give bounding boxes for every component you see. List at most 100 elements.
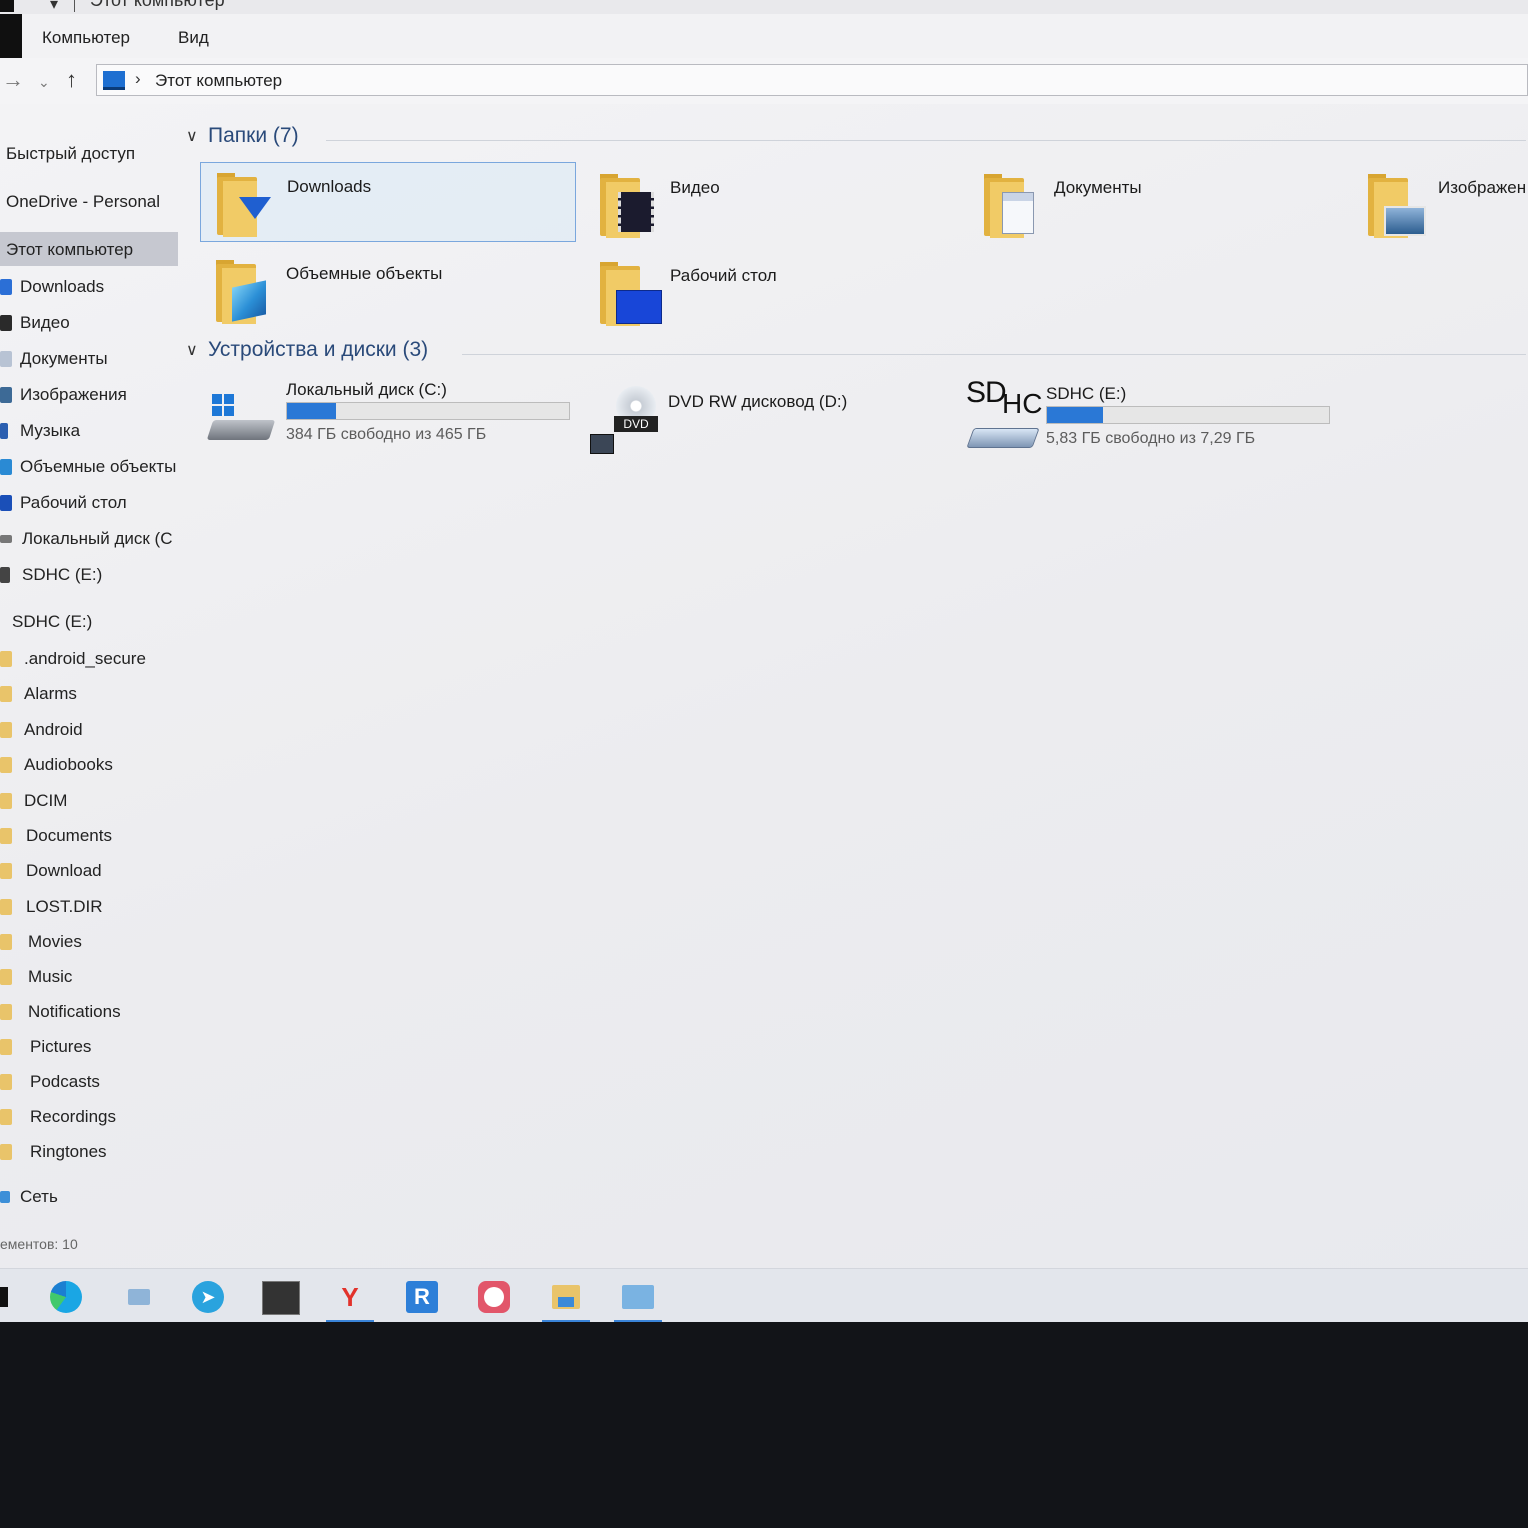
nav-folder-audiobooks[interactable]: Audiobooks: [0, 747, 178, 781]
files-icon[interactable]: [118, 1277, 158, 1317]
address-bar[interactable]: › Этот компьютер: [96, 64, 1528, 96]
nav-pictures[interactable]: Изображения: [0, 377, 178, 411]
group-divider: [326, 140, 1526, 141]
folder-name: Downloads: [287, 177, 372, 196]
folder-tile-pictures[interactable]: Изображен: [1352, 164, 1528, 244]
drive-info: DVD RW дисковод (D:): [668, 392, 954, 472]
breadcrumb-this-pc[interactable]: Этот компьютер: [155, 71, 282, 91]
nav-folder-pictures[interactable]: Pictures: [0, 1029, 178, 1063]
chevron-down-icon[interactable]: ∨: [186, 340, 198, 360]
network-icon: [0, 1191, 10, 1203]
screen: ▾ Этот компьютер Компьютер Вид → ⌄ ↑ › Э…: [0, 0, 1528, 1322]
folder-tile-downloads[interactable]: Downloads: [200, 162, 576, 242]
folder-icon: [0, 722, 12, 738]
folder-name: Объемные объекты: [286, 264, 443, 283]
folder-tile-3d-objects[interactable]: Объемные объекты: [200, 250, 576, 330]
nav-3d-objects[interactable]: Объемные объекты: [0, 449, 178, 483]
hard-drive-icon: [206, 394, 276, 444]
nav-folder-music[interactable]: Music: [0, 959, 178, 993]
explorer-icon[interactable]: [542, 1277, 590, 1322]
drive-tile-d[interactable]: DVD DVD RW дисковод (D:): [584, 382, 960, 458]
nav-quick-access[interactable]: Быстрый доступ: [0, 136, 178, 170]
taskbar: ➤ Y R: [0, 1268, 1528, 1322]
quick-access-dropdown-icon[interactable]: ▾: [50, 0, 58, 14]
nav-videos[interactable]: Видео: [0, 305, 178, 339]
folder-icon: [0, 1039, 12, 1055]
nav-downloads[interactable]: Downloads: [0, 269, 178, 303]
folder-name: Рабочий стол: [670, 266, 777, 285]
folder-tile-videos[interactable]: Видео: [584, 164, 960, 244]
nav-folder-ringtones[interactable]: Ringtones: [0, 1134, 178, 1168]
chevron-down-icon[interactable]: ∨: [186, 126, 198, 146]
start-icon[interactable]: [0, 1287, 8, 1307]
folder-icon: [0, 686, 12, 702]
folder-tile-documents[interactable]: Документы: [968, 164, 1344, 244]
tab-view[interactable]: Вид: [178, 28, 209, 48]
nav-folder-android-secure[interactable]: .android_secure: [0, 641, 178, 675]
status-bar-item-count: ементов: 10: [0, 1236, 78, 1252]
clock-app-icon[interactable]: [474, 1277, 514, 1317]
nav-sdhc-e-root[interactable]: SDHC (E:): [0, 604, 178, 638]
window-title: Этот компьютер: [90, 0, 225, 10]
nav-folder-recordings[interactable]: Recordings: [0, 1099, 178, 1133]
nav-onedrive[interactable]: OneDrive - Personal: [0, 184, 178, 218]
pictures-folder-icon: [1368, 172, 1426, 238]
content-pane: ∨ Папки (7) Downloads Видео Документы Из…: [178, 104, 1528, 1264]
folder-icon: [0, 934, 12, 950]
up-arrow-icon[interactable]: ↑: [66, 68, 77, 92]
drive-free-space: 384 ГБ свободно из 465 ГБ: [286, 426, 487, 443]
nav-folder-dcim[interactable]: DCIM: [0, 783, 178, 817]
drive-tile-c[interactable]: Локальный диск (C:) 384 ГБ свободно из 4…: [200, 376, 576, 452]
group-header-folders[interactable]: ∨ Папки (7): [186, 124, 1526, 154]
nav-music[interactable]: Музыка: [0, 413, 178, 447]
group-divider: [462, 354, 1526, 355]
nav-folder-movies[interactable]: Movies: [0, 924, 178, 958]
download-icon: [0, 279, 12, 295]
nav-folder-notifications[interactable]: Notifications: [0, 994, 178, 1028]
nav-sdhc-e[interactable]: SDHC (E:): [0, 557, 178, 591]
folder-tile-desktop[interactable]: Рабочий стол: [584, 252, 960, 332]
recent-locations-icon[interactable]: ⌄: [38, 70, 50, 94]
yandex-icon[interactable]: Y: [326, 1277, 374, 1322]
drive-info: SDHC (E:) 5,83 ГБ свободно из 7,29 ГБ: [1046, 384, 1332, 464]
nav-folder-android[interactable]: Android: [0, 712, 178, 746]
drive-info: Локальный диск (C:) 384 ГБ свободно из 4…: [286, 380, 572, 460]
sd-card-icon: [0, 567, 10, 583]
app-icon[interactable]: [260, 1277, 300, 1317]
drive-tile-e[interactable]: SD HC SDHC (E:) 5,83 ГБ свободно из 7,29…: [964, 376, 1340, 456]
nav-this-pc[interactable]: Этот компьютер: [0, 232, 178, 266]
forward-arrow-icon[interactable]: →: [2, 68, 24, 92]
group-header-devices[interactable]: ∨ Устройства и диски (3): [186, 338, 1526, 368]
nav-folder-documents[interactable]: Documents: [0, 818, 178, 852]
nav-folder-podcasts[interactable]: Podcasts: [0, 1064, 178, 1098]
telegram-icon[interactable]: ➤: [188, 1277, 228, 1317]
folder-icon: [0, 899, 12, 915]
file-tab[interactable]: [0, 14, 22, 58]
window-icon: [0, 0, 14, 12]
video-icon: [0, 315, 12, 331]
drive-usage-bar: [286, 402, 570, 420]
downloads-folder-icon: [217, 171, 275, 237]
3d-objects-folder-icon: [216, 258, 274, 324]
drive-icon: [0, 535, 12, 543]
tab-computer[interactable]: Компьютер: [42, 28, 130, 48]
nav-folder-lost-dir[interactable]: LOST.DIR: [0, 889, 178, 923]
nav-network[interactable]: Сеть: [0, 1179, 178, 1213]
app-r-icon[interactable]: R: [402, 1277, 442, 1317]
picture-icon: [0, 387, 12, 403]
edge-icon[interactable]: [46, 1277, 86, 1317]
nav-documents[interactable]: Документы: [0, 341, 178, 375]
folder-icon: [0, 757, 12, 773]
drive-usage-fill: [1047, 407, 1104, 423]
breadcrumb-chevron-icon[interactable]: ›: [135, 69, 141, 89]
nav-desktop[interactable]: Рабочий стол: [0, 485, 178, 519]
document-icon: [0, 351, 12, 367]
nav-folder-alarms[interactable]: Alarms: [0, 676, 178, 710]
folder-icon: [0, 793, 12, 809]
drive-name: SDHC (E:): [1046, 384, 1127, 403]
computer-icon: [103, 71, 125, 90]
nav-local-disk-c[interactable]: Локальный диск (C: [0, 521, 178, 555]
music-icon: [0, 423, 8, 439]
nav-folder-download[interactable]: Download: [0, 853, 178, 887]
photos-icon[interactable]: [614, 1277, 662, 1322]
